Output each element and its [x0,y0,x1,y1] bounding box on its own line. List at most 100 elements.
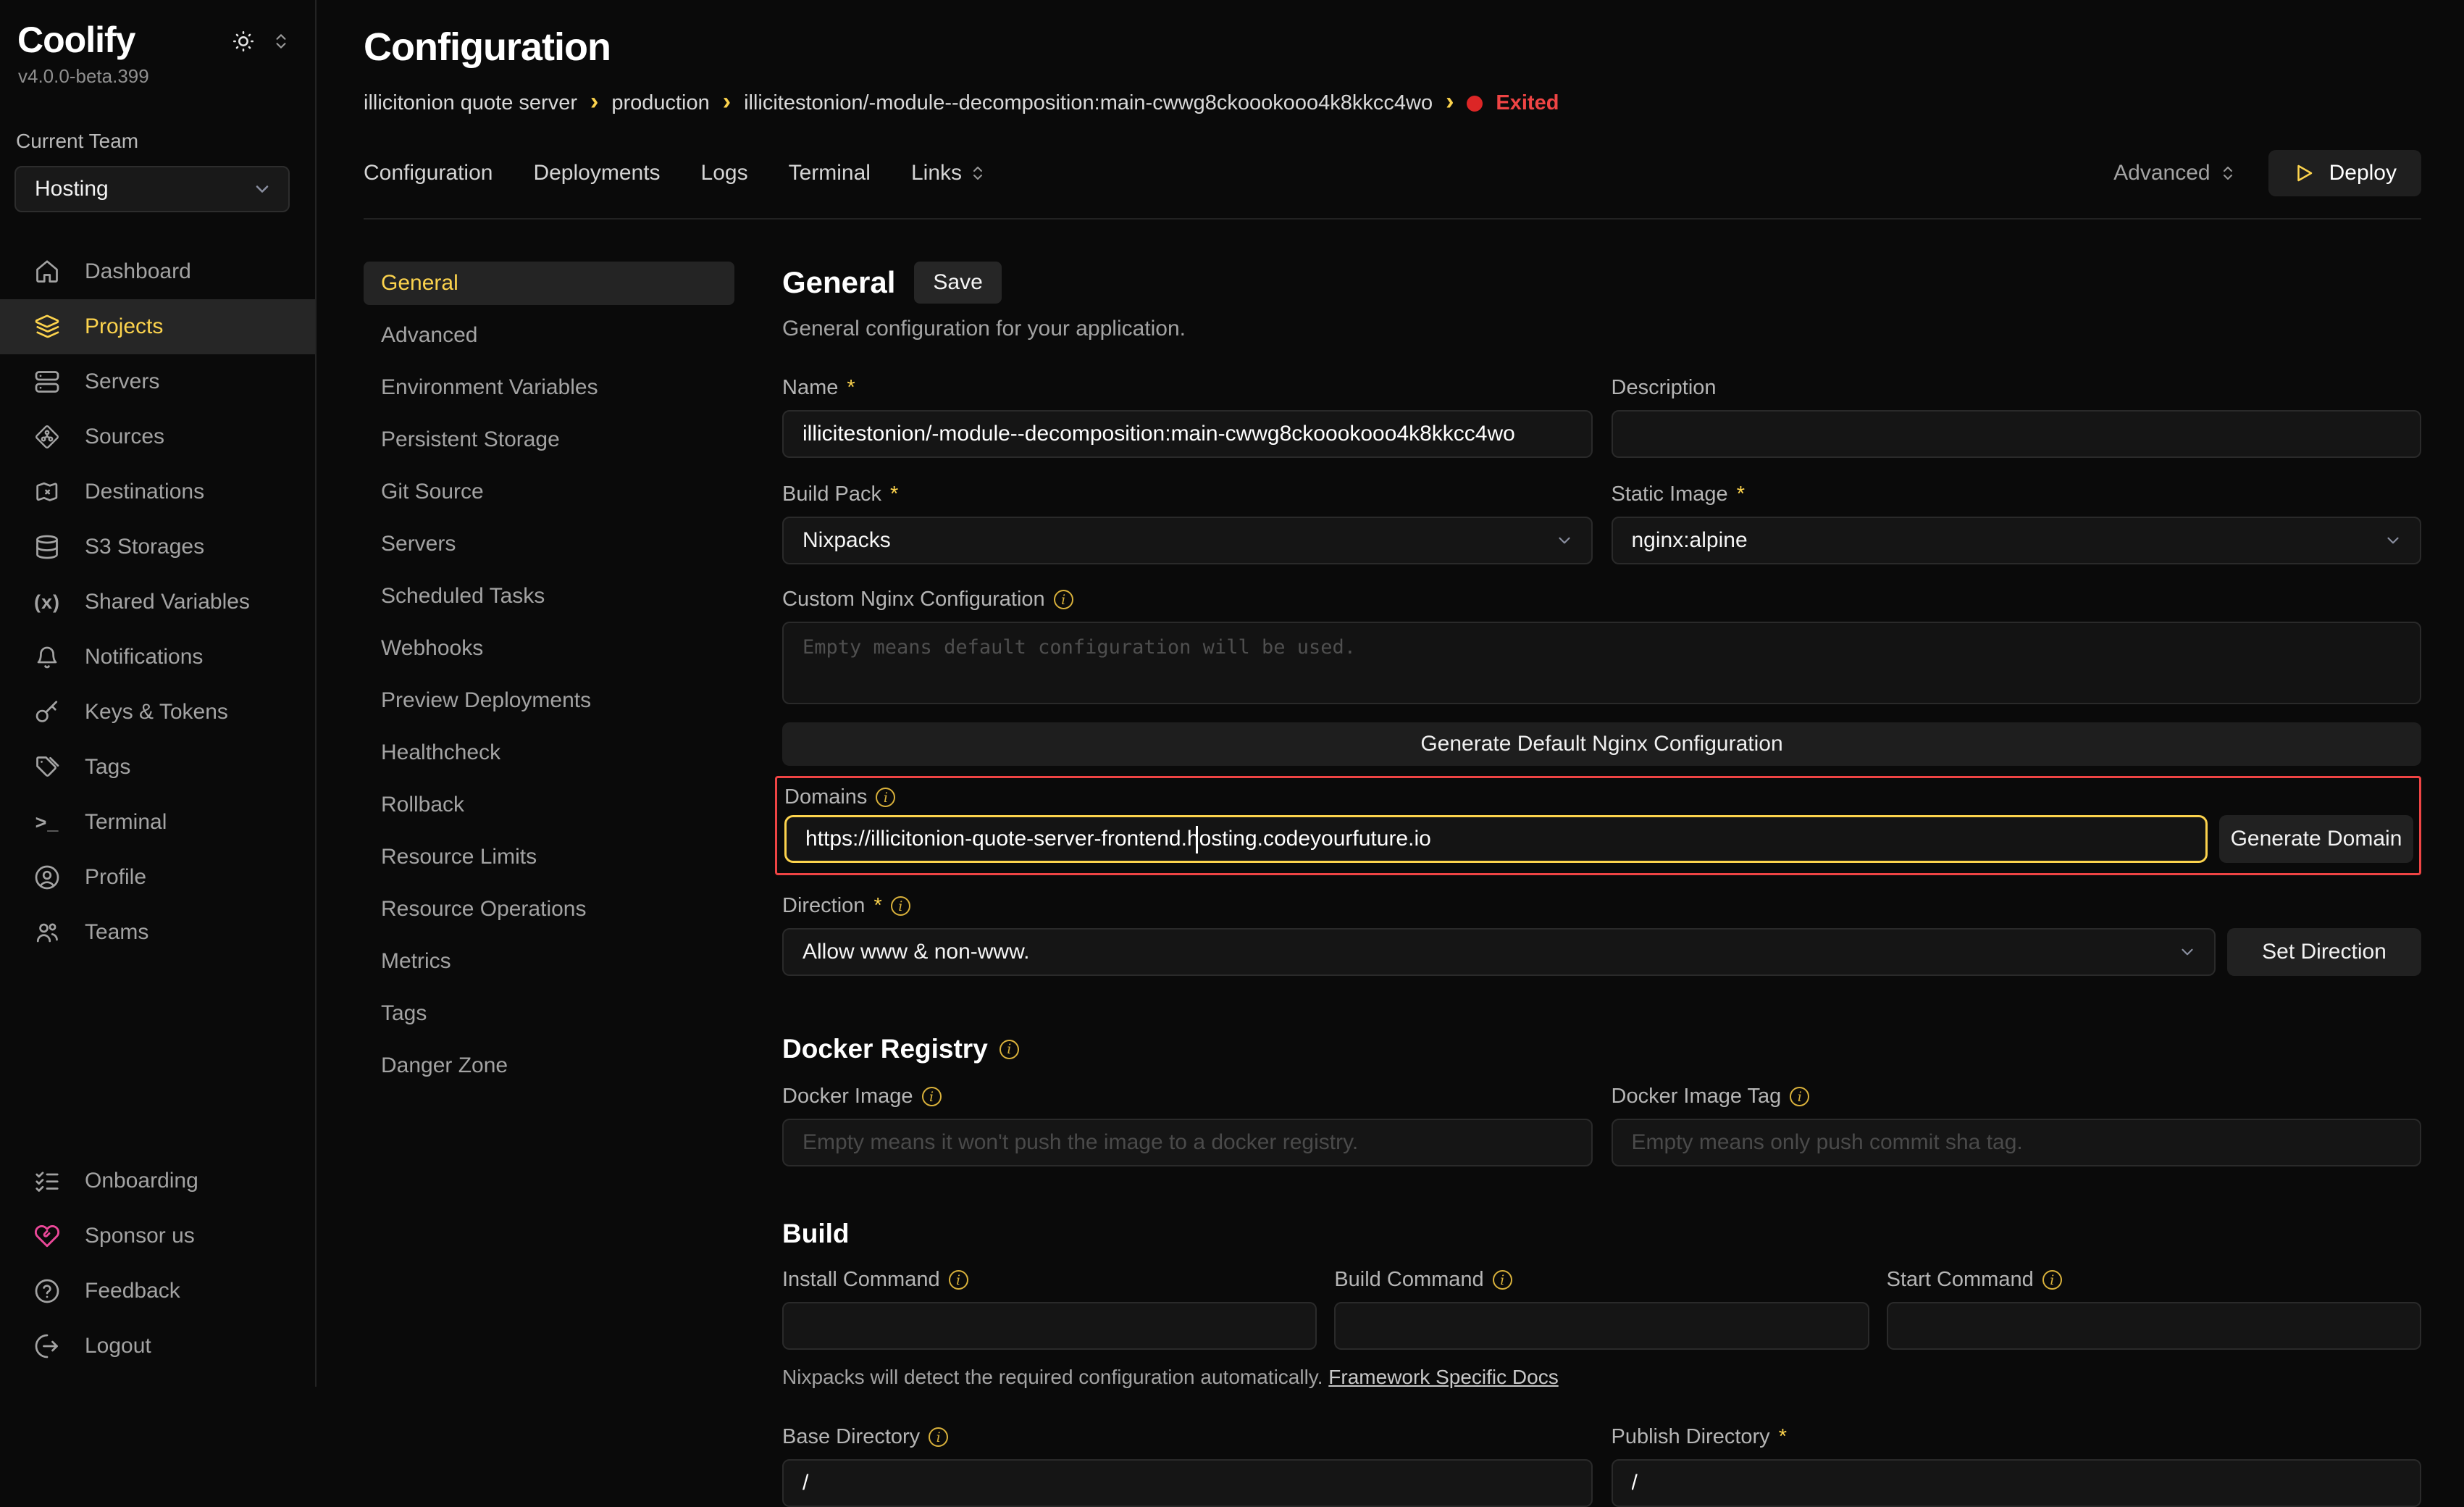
breadcrumb: illicitonion quote server › production ›… [364,91,2421,115]
sidebar: Coolify v4.0.0-beta.399 Current Team Hos… [0,0,317,1387]
info-icon[interactable]: i [929,1427,948,1447]
install-command-input[interactable] [782,1302,1317,1350]
play-icon [2293,162,2315,184]
required-asterisk: * [847,376,855,400]
chevrons-up-down-icon [969,164,986,182]
sidebar-item-logout[interactable]: Logout [0,1319,315,1374]
git-source-icon [33,424,62,450]
chevron-down-icon [2178,943,2197,961]
sidebar-item-dashboard[interactable]: Dashboard [0,244,315,299]
tab-links[interactable]: Links [911,161,986,185]
breadcrumb-environment[interactable]: production [611,91,709,115]
sidebar-item-destinations[interactable]: Destinations [0,464,315,519]
advanced-dropdown[interactable]: Advanced [2113,161,2236,185]
subnav-item-git-source[interactable]: Git Source [364,470,734,514]
description-input[interactable] [1612,410,2422,458]
subnav-item-preview-deployments[interactable]: Preview Deployments [364,679,734,722]
base-directory-input[interactable] [782,1459,1593,1507]
heart-icon [33,1223,62,1249]
subnav-item-resource-limits[interactable]: Resource Limits [364,835,734,879]
docker-image-input[interactable] [782,1119,1593,1166]
static-image-select[interactable]: nginx:alpine [1612,517,2422,564]
info-icon[interactable]: i [891,896,910,916]
subnav-item-servers[interactable]: Servers [364,522,734,566]
info-icon[interactable]: i [1054,590,1073,609]
subnav-item-environment-variables[interactable]: Environment Variables [364,366,734,409]
generate-nginx-button[interactable]: Generate Default Nginx Configuration [782,722,2421,766]
docker-image-tag-input[interactable] [1612,1119,2422,1166]
build-command-input[interactable] [1334,1302,1869,1350]
sidebar-item-sponsor-us[interactable]: Sponsor us [0,1208,315,1264]
sidebar-item-feedback[interactable]: Feedback [0,1264,315,1319]
sidebar-item-shared-variables[interactable]: (x) Shared Variables [0,575,315,630]
set-direction-button[interactable]: Set Direction [2227,928,2421,976]
subnav-item-metrics[interactable]: Metrics [364,940,734,983]
breadcrumb-separator-icon: › [590,89,598,114]
required-asterisk: * [890,483,898,506]
subnav-item-danger-zone[interactable]: Danger Zone [364,1044,734,1088]
theme-chevrons-icon[interactable] [272,32,290,51]
start-command-label: Start Command i [1887,1268,2421,1292]
tab-terminal[interactable]: Terminal [789,161,871,185]
section-heading-general: General [782,265,895,300]
name-input[interactable] [782,410,1593,458]
status-badge: Exited [1496,91,1559,115]
subnav-item-healthcheck[interactable]: Healthcheck [364,731,734,775]
deploy-button[interactable]: Deploy [2268,150,2421,196]
subnav-item-tags[interactable]: Tags [364,992,734,1035]
sidebar-item-keys-tokens[interactable]: Keys & Tokens [0,685,315,740]
subnav-item-general[interactable]: General [364,262,734,305]
help-circle-icon [33,1278,62,1304]
subnav-item-webhooks[interactable]: Webhooks [364,627,734,670]
info-icon[interactable]: i [922,1087,942,1106]
sidebar-item-terminal[interactable]: >_ Terminal [0,795,315,850]
team-select[interactable]: Hosting [14,166,290,212]
custom-nginx-textarea[interactable] [782,622,2421,704]
variables-icon: (x) [33,591,62,614]
subnav-item-persistent-storage[interactable]: Persistent Storage [364,418,734,462]
info-icon[interactable]: i [949,1270,968,1290]
docker-image-tag-label: Docker Image Tag i [1612,1085,2422,1109]
info-icon[interactable]: i [876,788,895,807]
direction-select[interactable]: Allow www & non-www. [782,928,2216,976]
tab-configuration[interactable]: Configuration [364,161,493,185]
info-icon[interactable]: i [1000,1040,1019,1059]
database-icon [33,534,62,560]
coolify-logo: Coolify [17,19,135,61]
sidebar-item-tags[interactable]: Tags [0,740,315,795]
tab-deployments[interactable]: Deployments [533,161,660,185]
save-button[interactable]: Save [914,262,1001,304]
sidebar-footer: Onboarding Sponsor us Feedback Logout [0,1153,315,1374]
tab-logs[interactable]: Logs [701,161,748,185]
build-pack-select[interactable]: Nixpacks [782,517,1593,564]
domains-input[interactable] [784,815,2208,863]
chevron-down-icon [1555,531,1574,550]
theme-sun-icon[interactable] [231,29,256,54]
subnav-item-resource-operations[interactable]: Resource Operations [364,888,734,931]
sidebar-item-onboarding[interactable]: Onboarding [0,1153,315,1208]
info-icon[interactable]: i [2042,1270,2062,1290]
info-icon[interactable]: i [1493,1270,1512,1290]
sidebar-item-teams[interactable]: Teams [0,905,315,960]
subnav-item-scheduled-tasks[interactable]: Scheduled Tasks [364,575,734,618]
domains-label: Domains i [784,785,2413,809]
tag-icon [33,754,62,780]
layers-icon [33,314,62,340]
sidebar-item-projects[interactable]: Projects [0,299,315,354]
sidebar-item-profile[interactable]: Profile [0,850,315,905]
framework-docs-link[interactable]: Framework Specific Docs [1328,1366,1558,1388]
generate-domain-button[interactable]: Generate Domain [2219,815,2413,863]
section-heading-docker-registry: Docker Registry [782,1034,988,1064]
breadcrumb-project[interactable]: illicitonion quote server [364,91,577,115]
sidebar-item-s3-storages[interactable]: S3 Storages [0,519,315,575]
publish-directory-input[interactable] [1612,1459,2422,1507]
info-icon[interactable]: i [1790,1087,1809,1106]
chevron-down-icon [252,179,272,199]
subnav-item-advanced[interactable]: Advanced [364,314,734,357]
subnav-item-rollback[interactable]: Rollback [364,783,734,827]
breadcrumb-application[interactable]: illicitestonion/-module--decomposition:m… [744,91,1433,115]
start-command-input[interactable] [1887,1302,2421,1350]
sidebar-item-sources[interactable]: Sources [0,409,315,464]
sidebar-item-servers[interactable]: Servers [0,354,315,409]
sidebar-item-notifications[interactable]: Notifications [0,630,315,685]
